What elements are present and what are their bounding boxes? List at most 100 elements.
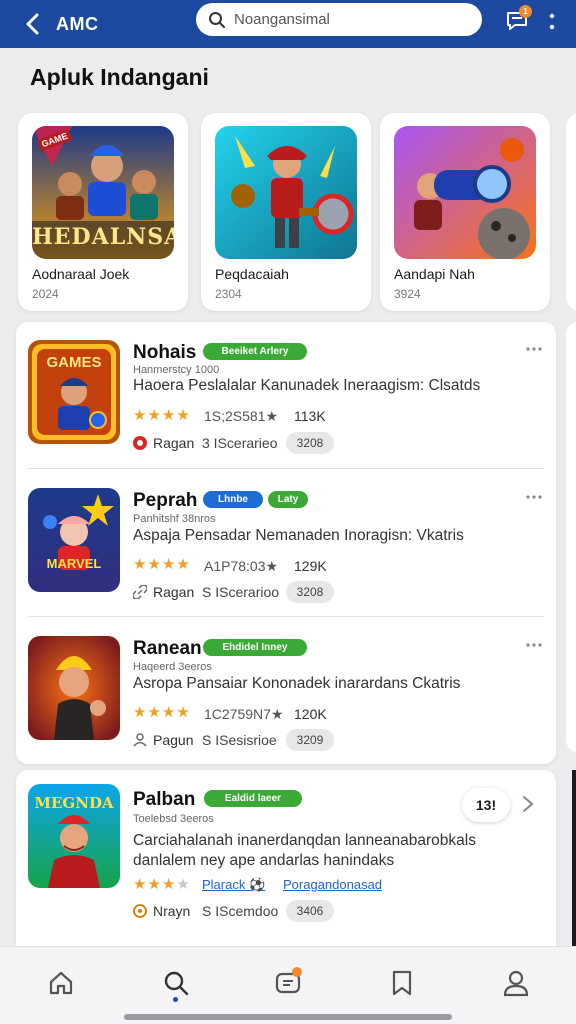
more-options-button[interactable]: [524, 344, 544, 354]
app-icon-text: GAMES: [46, 354, 102, 371]
back-button[interactable]: [12, 0, 52, 48]
active-nav-indicator: [173, 997, 178, 1002]
list-item[interactable]: MEGNDA Palban Ealdid laeer Toelebsd 3eer…: [16, 770, 556, 946]
more-options-button[interactable]: [524, 640, 544, 650]
nav-profile[interactable]: [498, 965, 534, 1001]
featured-year: 2304: [215, 287, 242, 301]
coin-icon: [133, 904, 147, 918]
app-title: Peprah: [133, 490, 198, 511]
search-input[interactable]: [234, 11, 464, 28]
size-pill: 3406: [286, 900, 334, 922]
divider: [28, 616, 544, 617]
home-indicator[interactable]: [124, 1014, 452, 1020]
app-icon: MEGNDA: [28, 784, 120, 888]
star-rating: ★★★★: [133, 703, 191, 721]
developer-icon: [133, 436, 147, 450]
link-icon: [133, 585, 147, 599]
category-tag-secondary: Laty: [268, 491, 308, 508]
app-title: Ranean: [133, 638, 202, 659]
list-item[interactable]: GAMES Nohais Beeiket Arlery Hanmerstcy 1…: [16, 322, 556, 470]
more-options-button[interactable]: [542, 8, 562, 36]
app-list-panel: MEGNDA Palban Ealdid laeer Toelebsd 3eer…: [16, 770, 556, 946]
featured-card[interactable]: Peqdacaiah 2304: [201, 113, 371, 311]
featured-year: 3924: [394, 287, 421, 301]
nav-saved[interactable]: [384, 965, 420, 1001]
size-pill: 3209: [286, 729, 334, 751]
featured-card[interactable]: Aandapi Nah 3924: [380, 113, 550, 311]
top-bar: AMC 1: [0, 0, 576, 48]
developer-name: Nrayn: [153, 903, 191, 919]
featured-card[interactable]: HEDALNSAI GAME Aodnaraal Joek 2024: [18, 113, 188, 311]
size-pill: 3208: [286, 432, 334, 454]
app-description-line-2: danlalem ney ape andarlas hanindaks: [133, 852, 395, 869]
app-subtitle: Toelebsd 3eeros: [133, 813, 214, 825]
nav-messages[interactable]: [270, 965, 306, 1001]
tag-link[interactable]: Poragandonasad: [283, 877, 382, 892]
rating-value: A1P78:03★: [204, 558, 279, 574]
category-label: S IScerarioo: [202, 584, 280, 600]
category-tag: Lhnbe: [203, 491, 263, 508]
app-subtitle: Hanmerstcy 1000: [133, 364, 220, 376]
profile-icon: [503, 970, 529, 997]
app-title: Palban: [133, 789, 196, 810]
review-count: 113K: [294, 408, 326, 424]
app-description: Haoera Peslalalar Kanunadek Ineraagism: …: [133, 377, 481, 394]
size-pill: 3208: [286, 581, 334, 603]
bottom-navigation: [0, 946, 576, 1024]
category-label: S IScemdoo: [202, 903, 279, 919]
star-icon: ★★★★: [133, 704, 191, 721]
search-icon: [164, 971, 189, 996]
category-tag: Ehdidel Inney: [203, 639, 307, 656]
home-icon: [49, 971, 73, 995]
developer-name: Ragan: [153, 435, 195, 451]
featured-game-artwork: [215, 126, 357, 259]
more-options-button[interactable]: [524, 492, 544, 502]
featured-name: Aodnaraal Joek: [32, 266, 130, 282]
app-list-panel: GAMES Nohais Beeiket Arlery Hanmerstcy 1…: [16, 322, 556, 764]
app-brand: AMC: [56, 13, 99, 34]
featured-card-peek[interactable]: [566, 113, 576, 311]
star-icon: ★★★★: [133, 407, 191, 424]
category-label: 3 IScerarieo: [202, 435, 278, 451]
featured-year: 2024: [32, 287, 59, 301]
rating-value: 1S;2S581★: [204, 408, 279, 424]
scrollbar[interactable]: [572, 770, 576, 946]
app-description: Aspaja Pensadar Nemanaden Inoragisn: Vka…: [133, 527, 464, 544]
nav-home[interactable]: [43, 965, 79, 1001]
section-title: Apluk Indangani: [30, 64, 209, 90]
star-rating: ★★★★: [133, 555, 191, 573]
list-item[interactable]: Ranean Ehdidel Inney Haqeerd 3eeros Asro…: [16, 618, 556, 764]
review-count: 120K: [294, 706, 327, 722]
star-icon: ★★★: [133, 876, 177, 893]
star-icon: ★★★★: [133, 556, 191, 573]
tag-link[interactable]: Plarack ⚽: [202, 877, 265, 893]
more-horizontal-icon: [526, 347, 542, 351]
app-icon-text: MARVEL: [46, 556, 102, 571]
rating-value: 1C2759N7★: [204, 706, 284, 722]
nav-search[interactable]: [158, 965, 194, 1001]
back-arrow-icon: [26, 13, 39, 35]
category-tag: Beeiket Arlery: [203, 343, 307, 360]
divider: [28, 468, 544, 469]
review-count: 129K: [294, 558, 327, 574]
app-icon: MARVEL: [28, 488, 120, 592]
app-description: Asropa Pansaiar Kononadek inarardans Cka…: [133, 675, 461, 692]
category-tag: Ealdid laeer: [204, 790, 302, 807]
featured-name: Aandapi Nah: [394, 266, 475, 282]
app-subtitle: Panhitshf 38nros: [133, 513, 216, 525]
star-rating: ★★★★: [133, 406, 191, 424]
count-bubble[interactable]: 13!: [462, 788, 510, 822]
more-horizontal-icon: [526, 643, 542, 647]
app-description-line-1: Carciahalanah inanerdanqdan lanneanabaro…: [133, 832, 476, 849]
list-item[interactable]: MARVEL Peprah Lhnbe Laty Panhitshf 38nro…: [16, 470, 556, 618]
star-rating: ★★★★: [133, 876, 191, 893]
featured-name: Peqdacaiah: [215, 266, 289, 282]
more-horizontal-icon: [526, 495, 542, 499]
notifications-button[interactable]: 1: [502, 5, 532, 36]
developer-name: Pagun: [153, 732, 194, 748]
person-icon: [133, 733, 147, 747]
category-label: S ISesisrioe: [202, 732, 277, 748]
search-bar[interactable]: [196, 3, 482, 36]
app-icon: [28, 636, 120, 740]
chevron-right-icon[interactable]: [520, 794, 536, 814]
